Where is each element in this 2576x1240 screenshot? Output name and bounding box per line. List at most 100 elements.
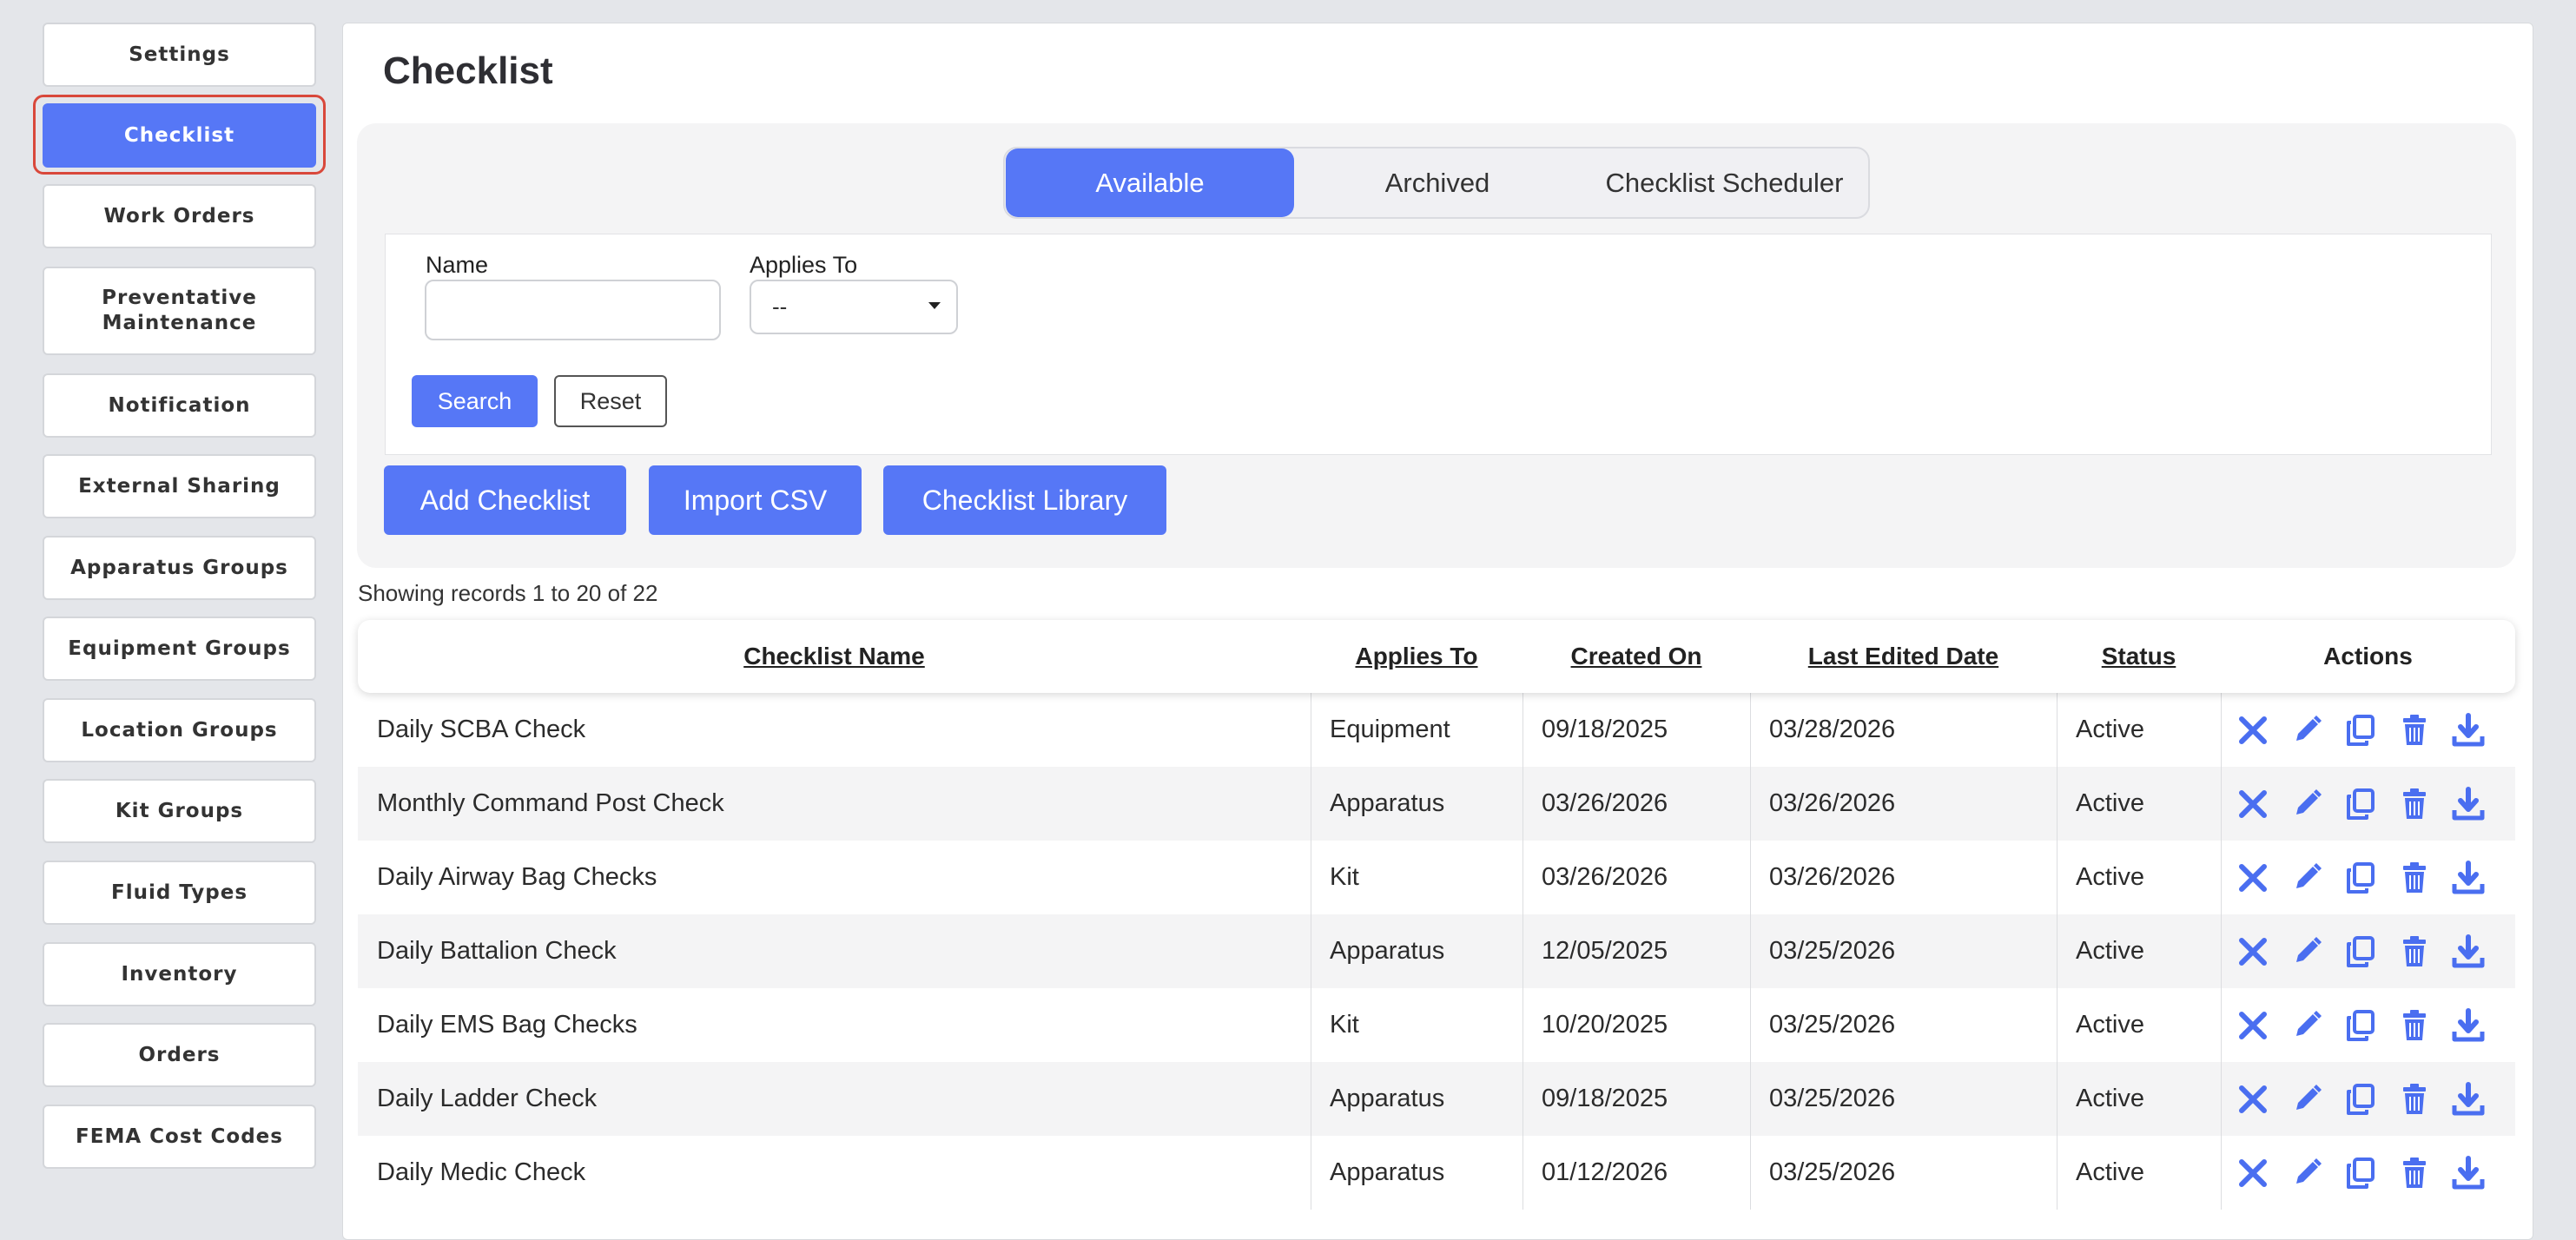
- download-icon[interactable]: [2449, 933, 2487, 971]
- cell-created-on: 09/18/2025: [1542, 716, 1668, 743]
- download-icon[interactable]: [2449, 1080, 2487, 1118]
- table-row: Daily EMS Bag Checks Kit 10/20/2025 03/25/2…: [358, 988, 2515, 1062]
- edit-icon[interactable]: [2288, 1006, 2326, 1045]
- filter-form: [385, 234, 2492, 455]
- delete-icon[interactable]: [2395, 1154, 2434, 1192]
- applies-to-select[interactable]: --: [750, 280, 958, 334]
- row-actions: [2234, 841, 2487, 914]
- delete-icon[interactable]: [2395, 785, 2434, 823]
- cell-checklist-name: Daily Medic Check: [377, 1158, 586, 1186]
- cell-applies-to: Apparatus: [1330, 789, 1445, 817]
- delete-icon[interactable]: [2395, 859, 2434, 897]
- copy-icon[interactable]: [2342, 1080, 2380, 1118]
- download-icon[interactable]: [2449, 859, 2487, 897]
- cell-created-on: 01/12/2026: [1542, 1158, 1668, 1186]
- header-applies-to[interactable]: Applies To: [1311, 620, 1522, 693]
- sidebar-item-apparatus-groups[interactable]: Apparatus Groups: [43, 536, 316, 600]
- delete-icon[interactable]: [2395, 711, 2434, 749]
- copy-icon[interactable]: [2342, 1154, 2380, 1192]
- download-icon[interactable]: [2449, 711, 2487, 749]
- sidebar-item-inventory[interactable]: Inventory: [43, 942, 316, 1006]
- reset-button[interactable]: Reset: [554, 375, 667, 427]
- archive-icon[interactable]: [2234, 1154, 2272, 1192]
- cell-applies-to: Kit: [1330, 863, 1359, 891]
- sidebar-item-notification[interactable]: Notification: [43, 373, 316, 438]
- header-actions: Actions: [2323, 643, 2413, 669]
- sidebar-item-location-groups[interactable]: Location Groups: [43, 698, 316, 762]
- cell-status: Active: [2076, 1158, 2144, 1186]
- cell-status: Active: [2076, 716, 2144, 743]
- tab-archived[interactable]: Archived: [1294, 148, 1581, 217]
- copy-icon[interactable]: [2342, 1006, 2380, 1045]
- cell-created-on: 09/18/2025: [1542, 1085, 1668, 1112]
- copy-icon[interactable]: [2342, 711, 2380, 749]
- sidebar-item-checklist[interactable]: Checklist: [43, 103, 316, 168]
- sidebar-item-equipment-groups[interactable]: Equipment Groups: [43, 617, 316, 681]
- copy-icon[interactable]: [2342, 859, 2380, 897]
- sidebar-item-orders[interactable]: Orders: [43, 1023, 316, 1087]
- cell-last-edited-date: 03/28/2026: [1769, 716, 1896, 743]
- cell-last-edited-date: 03/25/2026: [1769, 1011, 1896, 1039]
- tab-available[interactable]: Available: [1006, 148, 1294, 217]
- checklist-library-button[interactable]: Checklist Library: [883, 465, 1166, 535]
- sidebar-item-kit-groups[interactable]: Kit Groups: [43, 779, 316, 843]
- sidebar-item-external-sharing[interactable]: External Sharing: [43, 454, 316, 518]
- row-actions: [2234, 767, 2487, 841]
- tab-checklist-scheduler[interactable]: Checklist Scheduler: [1581, 148, 1868, 217]
- header-status[interactable]: Status: [2057, 620, 2221, 693]
- archive-icon[interactable]: [2234, 859, 2272, 897]
- sidebar-item-settings[interactable]: Settings: [43, 23, 316, 87]
- sidebar-item-preventative-maintenance[interactable]: Preventative Maintenance: [43, 267, 316, 355]
- records-count: Showing records 1 to 20 of 22: [358, 580, 658, 606]
- table-row: Daily Ladder Check Apparatus 09/18/2025 03/…: [358, 1062, 2515, 1136]
- download-icon[interactable]: [2449, 1006, 2487, 1045]
- cell-checklist-name: Daily Airway Bag Checks: [377, 863, 657, 891]
- sidebar-item-fluid-types[interactable]: Fluid Types: [43, 861, 316, 925]
- sidebar: Settings Checklist Work Orders Preventat…: [0, 0, 332, 1210]
- edit-icon[interactable]: [2288, 933, 2326, 971]
- sidebar-item-fema-cost-codes[interactable]: FEMA Cost Codes: [43, 1105, 316, 1169]
- table-row: Monthly Command Post Check Apparatus 03/26…: [358, 767, 2515, 841]
- delete-icon[interactable]: [2395, 1080, 2434, 1118]
- edit-icon[interactable]: [2288, 711, 2326, 749]
- edit-icon[interactable]: [2288, 1080, 2326, 1118]
- name-label: Name: [426, 252, 489, 278]
- edit-icon[interactable]: [2288, 785, 2326, 823]
- column-divider: [2221, 1062, 2222, 1136]
- add-checklist-button[interactable]: Add Checklist: [384, 465, 626, 535]
- row-actions: [2234, 693, 2487, 767]
- cell-last-edited-date: 03/25/2026: [1769, 937, 1896, 965]
- archive-icon[interactable]: [2234, 711, 2272, 749]
- copy-icon[interactable]: [2342, 933, 2380, 971]
- table-row: Daily Medic Check Apparatus 01/12/2026 03/2…: [358, 1136, 2515, 1210]
- cell-applies-to: Apparatus: [1330, 1085, 1445, 1112]
- import-csv-button[interactable]: Import CSV: [649, 465, 862, 535]
- table-row: Daily Battalion Check Apparatus 12/05/2025…: [358, 914, 2515, 988]
- cell-last-edited-date: 03/25/2026: [1769, 1085, 1896, 1112]
- header-last-edited-date[interactable]: Last Edited Date: [1750, 620, 2057, 693]
- download-icon[interactable]: [2449, 1154, 2487, 1192]
- name-input[interactable]: [425, 280, 721, 340]
- row-actions: [2234, 914, 2487, 988]
- edit-icon[interactable]: [2288, 1154, 2326, 1192]
- copy-icon[interactable]: [2342, 785, 2380, 823]
- archive-icon[interactable]: [2234, 933, 2272, 971]
- table-header: Checklist Name Applies To Created On Las…: [358, 620, 2515, 693]
- header-checklist-name[interactable]: Checklist Name: [358, 620, 1311, 693]
- header-created-on[interactable]: Created On: [1522, 620, 1750, 693]
- delete-icon[interactable]: [2395, 933, 2434, 971]
- search-button[interactable]: Search: [412, 375, 538, 427]
- cell-status: Active: [2076, 937, 2144, 965]
- edit-icon[interactable]: [2288, 859, 2326, 897]
- download-icon[interactable]: [2449, 785, 2487, 823]
- row-actions: [2234, 988, 2487, 1062]
- table-row: Daily SCBA Check Equipment 09/18/2025 03/28…: [358, 693, 2515, 767]
- sidebar-item-work-orders[interactable]: Work Orders: [43, 184, 316, 248]
- archive-icon[interactable]: [2234, 1006, 2272, 1045]
- cell-created-on: 03/26/2026: [1542, 789, 1668, 817]
- archive-icon[interactable]: [2234, 1080, 2272, 1118]
- cell-checklist-name: Monthly Command Post Check: [377, 789, 724, 817]
- delete-icon[interactable]: [2395, 1006, 2434, 1045]
- archive-icon[interactable]: [2234, 785, 2272, 823]
- row-actions: [2234, 1136, 2487, 1210]
